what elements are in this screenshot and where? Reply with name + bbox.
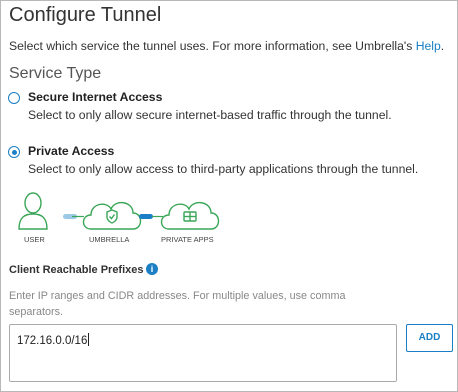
connection-user-umbrella-icon [63, 214, 84, 219]
option-description: Select to only allow secure internet-bas… [28, 108, 392, 122]
connection-umbrella-apps-icon [139, 214, 163, 219]
diagram-label-private-apps: PRIVATE APPS [161, 235, 214, 244]
private-apps-cloud-icon [160, 202, 220, 230]
private-access-diagram: USER UMBRELLA PRIVATE APPS [11, 187, 231, 251]
configure-tunnel-panel: Configure Tunnel Select which service th… [0, 0, 458, 392]
intro-sentence: Select which service the tunnel uses. Fo… [9, 39, 416, 53]
prefixes-label: Client Reachable Prefixes [9, 264, 144, 276]
info-icon[interactable]: i [146, 263, 158, 275]
option-label: Private Access [28, 144, 115, 158]
radio-private-access[interactable] [8, 146, 20, 158]
page-title: Configure Tunnel [9, 4, 162, 26]
user-icon [18, 192, 48, 230]
diagram-label-umbrella: UMBRELLA [89, 235, 130, 244]
prefixes-help-text: Enter IP ranges and CIDR addresses. For … [9, 290, 346, 318]
option-label: Secure Internet Access [28, 90, 163, 104]
option-description: Select to only allow access to third-par… [28, 162, 419, 176]
text-caret [88, 333, 90, 346]
service-type-heading: Service Type [9, 65, 102, 82]
radio-secure-internet-access[interactable] [8, 92, 20, 104]
diagram-label-user: USER [24, 235, 45, 244]
prefixes-input[interactable]: 172.16.0.0/16 [9, 324, 397, 382]
umbrella-cloud-icon [82, 202, 142, 230]
prefixes-input-value: 172.16.0.0/16 [17, 335, 88, 347]
add-button[interactable]: ADD [406, 324, 453, 352]
intro-period: . [440, 39, 445, 53]
intro-text: Select which service the tunnel uses. Fo… [9, 39, 444, 53]
help-link[interactable]: Help [416, 39, 441, 53]
